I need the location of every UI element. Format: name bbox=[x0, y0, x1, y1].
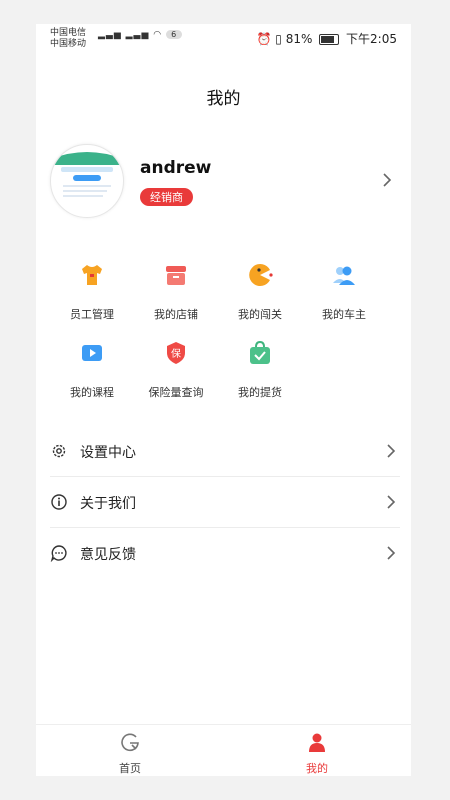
grid-item-label: 我的课程 bbox=[70, 386, 114, 399]
grid-item-label: 我的提货 bbox=[238, 386, 282, 399]
carrier-info: 中国电信 中国移动 bbox=[50, 28, 86, 50]
grid-item-courses[interactable]: 我的课程 bbox=[54, 340, 130, 400]
tab-label: 首页 bbox=[119, 762, 141, 775]
grid-item-label: 我的闯关 bbox=[238, 308, 282, 321]
chevron-right-icon bbox=[387, 546, 396, 560]
status-bar: 中国电信 中国移动 ▂▃▅ ▂▃▅ ◠ 6 ⏰ ▯ 81% 下午2:05 bbox=[36, 24, 411, 52]
users-icon bbox=[333, 266, 355, 285]
grid-item-staff[interactable]: 员工管理 bbox=[54, 262, 130, 322]
grid-item-challenge[interactable]: 我的闯关 bbox=[222, 262, 298, 322]
avatar-image bbox=[51, 152, 123, 197]
carrier-1: 中国电信 bbox=[50, 28, 87, 38]
username: andrew bbox=[140, 158, 212, 178]
clock: 下午2:05 bbox=[346, 32, 397, 46]
status-right: ⏰ ▯ 81% 下午2:05 bbox=[257, 30, 398, 47]
carrier-2: 中国移动 bbox=[50, 39, 87, 49]
notification-badge: 6 bbox=[166, 30, 183, 39]
page-title: 我的 bbox=[206, 89, 241, 109]
tshirt-icon bbox=[82, 265, 102, 285]
store-icon bbox=[166, 266, 186, 285]
menu-item-label: 意见反馈 bbox=[80, 547, 136, 563]
grid-item-label: 保险量查询 bbox=[148, 386, 204, 399]
tab-label: 我的 bbox=[306, 762, 328, 775]
info-icon bbox=[51, 494, 67, 510]
grid-item-label: 我的车主 bbox=[322, 308, 366, 321]
grid-item-pickup[interactable]: 我的提货 bbox=[222, 340, 298, 400]
shield-icon: 保 bbox=[167, 342, 185, 364]
profile-card[interactable]: andrew 经销商 bbox=[50, 144, 400, 218]
home-icon bbox=[121, 733, 139, 752]
chevron-right-icon bbox=[387, 495, 396, 509]
user-icon bbox=[309, 733, 325, 752]
menu-item-about[interactable]: 关于我们 bbox=[50, 477, 400, 528]
bottom-tab-bar: 首页 我的 bbox=[36, 724, 411, 776]
grid-item-label: 我的店铺 bbox=[154, 308, 198, 321]
play-icon bbox=[82, 345, 102, 361]
menu-item-label: 设置中心 bbox=[80, 445, 136, 461]
grid-item-label: 员工管理 bbox=[70, 308, 114, 321]
app-screen: 中国电信 中国移动 ▂▃▅ ▂▃▅ ◠ 6 ⏰ ▯ 81% 下午2:05 我的 a bbox=[36, 24, 411, 776]
grid-item-insurance[interactable]: 保 保险量查询 bbox=[138, 340, 214, 400]
signal-icon: ▂▃▅ ▂▃▅ ◠ 6 bbox=[98, 30, 183, 40]
shield-char: 保 bbox=[171, 347, 181, 360]
tab-mine[interactable]: 我的 bbox=[277, 731, 357, 776]
tab-home[interactable]: 首页 bbox=[90, 731, 170, 776]
menu-item-settings[interactable]: 设置中心 bbox=[50, 426, 400, 477]
chat-icon bbox=[50, 545, 67, 562]
role-badge: 经销商 bbox=[140, 188, 193, 206]
chevron-right-icon bbox=[383, 173, 392, 187]
avatar[interactable] bbox=[50, 144, 124, 218]
grid-item-owners[interactable]: 我的车主 bbox=[306, 262, 382, 322]
alarm-icon: ⏰ bbox=[256, 32, 272, 46]
battery-percent: 81% bbox=[285, 32, 313, 46]
menu-item-label: 关于我们 bbox=[80, 496, 136, 512]
gear-icon bbox=[52, 444, 66, 458]
battery-icon bbox=[319, 34, 340, 45]
settings-menu: 设置中心 关于我们 意见反馈 bbox=[50, 426, 400, 578]
grid-item-store[interactable]: 我的店铺 bbox=[138, 262, 214, 322]
chevron-right-icon bbox=[387, 444, 396, 458]
pacman-icon bbox=[249, 264, 273, 286]
shopping-bag-icon bbox=[250, 340, 270, 364]
vibrate-icon: ▯ bbox=[275, 32, 282, 46]
menu-item-feedback[interactable]: 意见反馈 bbox=[50, 528, 400, 578]
